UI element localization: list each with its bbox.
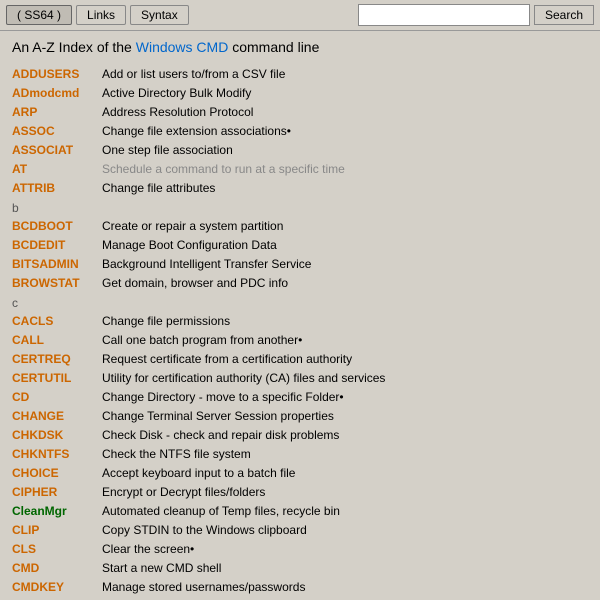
cmd-name[interactable]: CMDKEY (12, 578, 102, 596)
cmd-desc: Background Intelligent Transfer Service (102, 255, 311, 273)
cmd-name[interactable]: ARP (12, 103, 102, 121)
ss64-button[interactable]: ( SS64 ) (6, 5, 72, 25)
cmd-desc: Address Resolution Protocol (102, 103, 253, 121)
cmd-desc: Manage Boot Configuration Data (102, 236, 277, 254)
cmd-desc: Change file extension associations• (102, 122, 291, 140)
table-row: ATSchedule a command to run at a specifi… (12, 160, 588, 178)
table-row: CHOICEAccept keyboard input to a batch f… (12, 464, 588, 482)
section-letter-b: b (12, 201, 588, 215)
commands-container: ADDUSERSAdd or list users to/from a CSV … (12, 65, 588, 599)
cmd-name[interactable]: CHKNTFS (12, 445, 102, 463)
cmd-desc: Add or list users to/from a CSV file (102, 65, 285, 83)
cmd-desc: Change file permissions (102, 312, 230, 330)
table-row: CALLCall one batch program from another• (12, 331, 588, 349)
cmd-name[interactable]: BITSADMIN (12, 255, 102, 273)
cmd-desc: Change Terminal Server Session propertie… (102, 407, 334, 425)
cmd-name[interactable]: CD (12, 388, 102, 406)
search-button[interactable]: Search (534, 5, 594, 25)
table-row: BITSADMINBackground Intelligent Transfer… (12, 255, 588, 273)
cmd-desc: Clear the screen• (102, 540, 194, 558)
cmd-name[interactable]: ASSOCIAT (12, 141, 102, 159)
cmd-name[interactable]: CERTREQ (12, 350, 102, 368)
cmd-desc: Accept keyboard input to a batch file (102, 464, 295, 482)
cmd-desc: Schedule a command to run at a specific … (102, 160, 345, 178)
table-row: ASSOCChange file extension associations• (12, 122, 588, 140)
table-row: BROWSTATGet domain, browser and PDC info (12, 274, 588, 292)
table-row: CMDKEYManage stored usernames/passwords (12, 578, 588, 596)
cmd-name[interactable]: COLOR (12, 597, 102, 599)
cmd-name[interactable]: CIPHER (12, 483, 102, 501)
cmd-desc: One step file association (102, 141, 233, 159)
cmd-desc: Utility for certification authority (CA)… (102, 369, 385, 387)
cmd-name[interactable]: BROWSTAT (12, 274, 102, 292)
cmd-name[interactable]: CLIP (12, 521, 102, 539)
cmd-desc: Request certificate from a certification… (102, 350, 352, 368)
cmd-name[interactable]: AT (12, 160, 102, 178)
table-row: ASSOCIATOne step file association (12, 141, 588, 159)
cmd-name[interactable]: ADmodcmd (12, 84, 102, 102)
table-row: CERTUTILUtility for certification author… (12, 369, 588, 387)
table-row: CLIPCopy STDIN to the Windows clipboard (12, 521, 588, 539)
cmd-name[interactable]: CACLS (12, 312, 102, 330)
table-row: CERTREQRequest certificate from a certif… (12, 350, 588, 368)
table-row: ATTRIBChange file attributes (12, 179, 588, 197)
search-input[interactable] (358, 4, 530, 26)
cmd-name[interactable]: CALL (12, 331, 102, 349)
table-row: CleanMgrAutomated cleanup of Temp files,… (12, 502, 588, 520)
page-title: An A-Z Index of the Windows CMD command … (12, 39, 588, 55)
cmd-desc: Check the NTFS file system (102, 445, 251, 463)
cmd-name[interactable]: BCDEDIT (12, 236, 102, 254)
table-row: CHKNTFSCheck the NTFS file system (12, 445, 588, 463)
toolbar: ( SS64 ) Links Syntax Search (0, 0, 600, 31)
cmd-desc: Start a new CMD shell (102, 559, 221, 577)
table-row: ADmodcmdActive Directory Bulk Modify (12, 84, 588, 102)
table-row: CLSClear the screen• (12, 540, 588, 558)
cmd-name[interactable]: ASSOC (12, 122, 102, 140)
links-button[interactable]: Links (76, 5, 126, 25)
table-row: CACLSChange file permissions (12, 312, 588, 330)
cmd-name[interactable]: CMD (12, 559, 102, 577)
main-content: An A-Z Index of the Windows CMD command … (0, 31, 600, 599)
cmd-desc: Copy STDIN to the Windows clipboard (102, 521, 307, 539)
table-row: BCDEDITManage Boot Configuration Data (12, 236, 588, 254)
cmd-name[interactable]: ADDUSERS (12, 65, 102, 83)
page-title-suffix: command line (232, 39, 319, 55)
cmd-desc: Change file attributes (102, 179, 215, 197)
cmd-name[interactable]: CERTUTIL (12, 369, 102, 387)
cmd-desc: Get domain, browser and PDC info (102, 274, 288, 292)
table-row: ARPAddress Resolution Protocol (12, 103, 588, 121)
cmd-desc: Manage stored usernames/passwords (102, 578, 305, 596)
table-row: CHANGEChange Terminal Server Session pro… (12, 407, 588, 425)
cmd-name[interactable]: ATTRIB (12, 179, 102, 197)
cmd-desc: Check Disk - check and repair disk probl… (102, 426, 339, 444)
table-row: ADDUSERSAdd or list users to/from a CSV … (12, 65, 588, 83)
table-row: BCDBOOTCreate or repair a system partiti… (12, 217, 588, 235)
cmd-desc: Change colors of the CMD window• (102, 597, 291, 599)
cmd-desc: Automated cleanup of Temp files, recycle… (102, 502, 340, 520)
cmd-name[interactable]: CHANGE (12, 407, 102, 425)
table-row: CDChange Directory - move to a specific … (12, 388, 588, 406)
cmd-name[interactable]: CLS (12, 540, 102, 558)
windows-cmd-link[interactable]: Windows CMD (136, 39, 229, 55)
table-row: CIPHEREncrypt or Decrypt files/folders (12, 483, 588, 501)
section-letter-c: c (12, 296, 588, 310)
table-row: CMDStart a new CMD shell (12, 559, 588, 577)
cmd-name[interactable]: CleanMgr (12, 502, 102, 520)
cmd-name[interactable]: BCDBOOT (12, 217, 102, 235)
cmd-name[interactable]: CHOICE (12, 464, 102, 482)
cmd-desc: Call one batch program from another• (102, 331, 302, 349)
cmd-desc: Encrypt or Decrypt files/folders (102, 483, 265, 501)
cmd-desc: Change Directory - move to a specific Fo… (102, 388, 344, 406)
table-row: CHKDSKCheck Disk - check and repair disk… (12, 426, 588, 444)
cmd-name[interactable]: CHKDSK (12, 426, 102, 444)
cmd-desc: Active Directory Bulk Modify (102, 84, 251, 102)
page-title-prefix: An A-Z Index of the (12, 39, 132, 55)
table-row: COLORChange colors of the CMD window• (12, 597, 588, 599)
cmd-desc: Create or repair a system partition (102, 217, 283, 235)
syntax-button[interactable]: Syntax (130, 5, 189, 25)
